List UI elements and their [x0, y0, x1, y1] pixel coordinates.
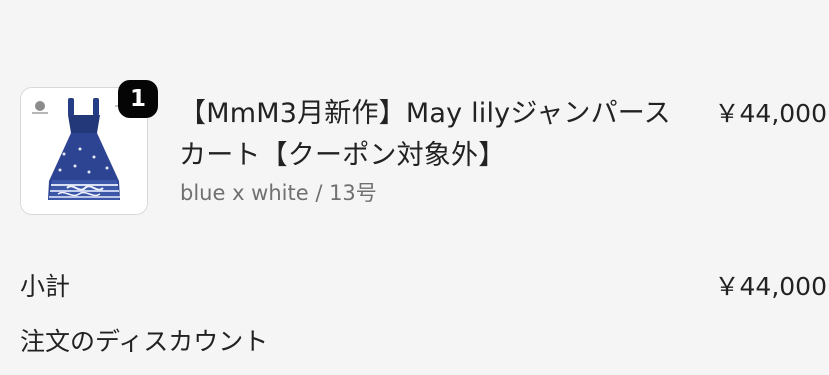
product-variant: blue x white / 13号 — [180, 181, 377, 205]
cart-line-item: 1 【MmM3月新作】May lilyジャンパースカート【クーポン対象外】 bl… — [0, 0, 829, 240]
line-item-price: ￥44,000 — [714, 99, 827, 128]
product-title: 【MmM3月新作】May lilyジャンパースカート【クーポン対象外】 — [179, 98, 671, 171]
order-discount-row: 注文のディスカウント — [20, 321, 827, 363]
subtotal-value: ￥44,000 — [714, 272, 827, 301]
order-discount-label: 注文のディスカウント — [20, 327, 269, 356]
subtotal-row: 小計 ￥44,000 — [20, 266, 827, 308]
quantity-badge: 1 — [118, 80, 158, 118]
subtotal-label: 小計 — [20, 272, 71, 301]
order-summary: 1 【MmM3月新作】May lilyジャンパースカート【クーポン対象外】 bl… — [0, 0, 829, 375]
